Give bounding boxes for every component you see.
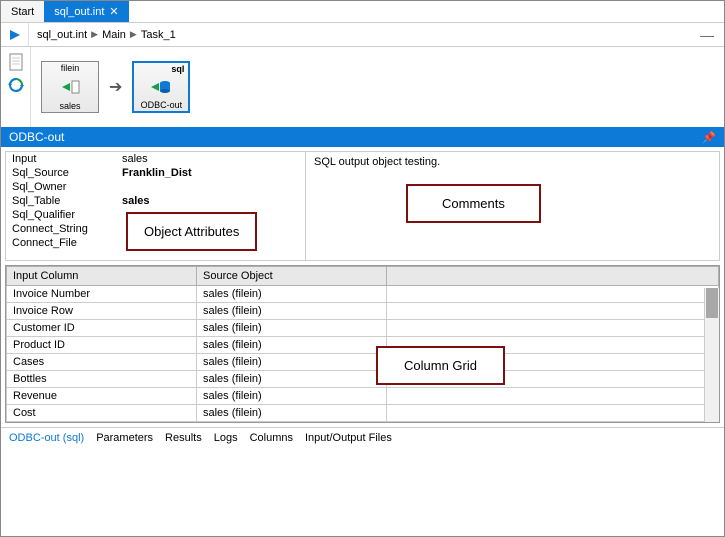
attributes-section: Inputsales Sql_SourceFranklin_Dist Sql_O… bbox=[5, 151, 720, 261]
database-out-icon bbox=[151, 75, 171, 99]
document-icon[interactable] bbox=[8, 53, 24, 71]
cell-input: Cost bbox=[7, 405, 197, 422]
arrow-in-icon bbox=[60, 74, 80, 100]
chevron-right-icon: ▶ bbox=[130, 29, 137, 40]
chevron-right-icon: ▶ bbox=[91, 29, 98, 40]
tab-start[interactable]: Start bbox=[1, 1, 44, 22]
breadcrumb-main[interactable]: Main bbox=[102, 29, 126, 41]
file-tabs: Start sql_out.int ✕ bbox=[1, 1, 724, 23]
table-row[interactable]: Revenuesales (filein) bbox=[7, 388, 719, 405]
node-name-label: sales bbox=[42, 100, 98, 112]
table-row[interactable]: Casessales (filein) bbox=[7, 354, 719, 371]
left-toolbar bbox=[1, 47, 31, 127]
attr-key: Connect_String bbox=[12, 223, 122, 235]
breadcrumb-task[interactable]: Task_1 bbox=[141, 29, 176, 41]
cell-source: sales (filein) bbox=[197, 388, 387, 405]
node-name-label: ODBC-out bbox=[134, 99, 188, 111]
attr-value[interactable]: Franklin_Dist bbox=[122, 167, 299, 179]
canvas-row: filein sales ➔ sql ODBC-out bbox=[1, 47, 724, 127]
refresh-icon[interactable] bbox=[8, 77, 24, 93]
grid-scrollbar[interactable] bbox=[704, 288, 719, 422]
callout-attributes: Object Attributes bbox=[126, 212, 257, 251]
node-type-label: sql bbox=[169, 63, 188, 75]
cell-source: sales (filein) bbox=[197, 371, 387, 388]
table-row[interactable]: Invoice Rowsales (filein) bbox=[7, 303, 719, 320]
cell-input: Bottles bbox=[7, 371, 197, 388]
panel-title-bar: ODBC-out 📌 bbox=[1, 127, 724, 147]
callout-grid: Column Grid bbox=[376, 346, 505, 385]
node-type-label: filein bbox=[59, 62, 82, 74]
close-icon[interactable]: ✕ bbox=[109, 5, 118, 18]
cell-input: Cases bbox=[7, 354, 197, 371]
btab-columns[interactable]: Columns bbox=[250, 432, 293, 444]
btab-parameters[interactable]: Parameters bbox=[96, 432, 153, 444]
cell-input: Revenue bbox=[7, 388, 197, 405]
run-icon[interactable] bbox=[1, 23, 29, 46]
attr-value[interactable]: sales bbox=[122, 195, 299, 207]
btab-odbc[interactable]: ODBC-out (sql) bbox=[9, 432, 84, 444]
column-grid[interactable]: Input Column Source Object Invoice Numbe… bbox=[6, 266, 719, 422]
attr-key: Sql_Qualifier bbox=[12, 209, 122, 221]
minimize-icon[interactable]: — bbox=[690, 27, 724, 43]
tab-sql-out[interactable]: sql_out.int ✕ bbox=[44, 1, 128, 22]
attr-key: Sql_Owner bbox=[12, 181, 122, 193]
btab-results[interactable]: Results bbox=[165, 432, 202, 444]
cell-source: sales (filein) bbox=[197, 405, 387, 422]
attr-value[interactable] bbox=[122, 181, 299, 193]
attr-key: Sql_Source bbox=[12, 167, 122, 179]
cell-input: Invoice Row bbox=[7, 303, 197, 320]
breadcrumb: sql_out.int ▶ Main ▶ Task_1 bbox=[29, 29, 184, 41]
node-filein[interactable]: filein sales bbox=[41, 61, 99, 113]
attr-key: Connect_File bbox=[12, 237, 122, 249]
tab-label: sql_out.int bbox=[54, 6, 104, 18]
btab-io-files[interactable]: Input/Output Files bbox=[305, 432, 392, 444]
table-row[interactable]: Costsales (filein) bbox=[7, 405, 719, 422]
pin-icon[interactable]: 📌 bbox=[702, 131, 716, 144]
panel-title: ODBC-out bbox=[9, 130, 64, 144]
node-sql[interactable]: sql ODBC-out bbox=[132, 61, 190, 113]
cell-input: Product ID bbox=[7, 337, 197, 354]
breadcrumb-file[interactable]: sql_out.int bbox=[37, 29, 87, 41]
table-row[interactable]: Bottlessales (filein) bbox=[7, 371, 719, 388]
cell-source: sales (filein) bbox=[197, 303, 387, 320]
attr-value[interactable]: sales bbox=[122, 153, 299, 165]
table-row[interactable]: Product IDsales (filein) bbox=[7, 337, 719, 354]
comments-text: SQL output object testing. bbox=[314, 156, 440, 168]
comments-area[interactable]: SQL output object testing. Comments bbox=[306, 152, 719, 260]
btab-logs[interactable]: Logs bbox=[214, 432, 238, 444]
grid-header-blank bbox=[387, 267, 719, 286]
attributes-table[interactable]: Inputsales Sql_SourceFranklin_Dist Sql_O… bbox=[6, 152, 306, 260]
table-row[interactable]: Customer IDsales (filein) bbox=[7, 320, 719, 337]
cell-input: Customer ID bbox=[7, 320, 197, 337]
cell-source: sales (filein) bbox=[197, 337, 387, 354]
callout-comments: Comments bbox=[406, 184, 541, 223]
attr-key: Input bbox=[12, 153, 122, 165]
cell-source: sales (filein) bbox=[197, 320, 387, 337]
table-row[interactable]: Invoice Numbersales (filein) bbox=[7, 286, 719, 303]
grid-header-source[interactable]: Source Object bbox=[197, 267, 387, 286]
breadcrumb-bar: sql_out.int ▶ Main ▶ Task_1 — bbox=[1, 23, 724, 47]
cell-source: sales (filein) bbox=[197, 354, 387, 371]
scrollbar-thumb[interactable] bbox=[706, 288, 718, 318]
attr-key: Sql_Table bbox=[12, 195, 122, 207]
cell-input: Invoice Number bbox=[7, 286, 197, 303]
flow-arrow-icon: ➔ bbox=[109, 77, 122, 97]
column-grid-wrap: Input Column Source Object Invoice Numbe… bbox=[5, 265, 720, 423]
grid-header-input[interactable]: Input Column bbox=[7, 267, 197, 286]
bottom-tabs: ODBC-out (sql) Parameters Results Logs C… bbox=[1, 427, 724, 448]
cell-source: sales (filein) bbox=[197, 286, 387, 303]
workflow-canvas[interactable]: filein sales ➔ sql ODBC-out bbox=[31, 47, 200, 127]
